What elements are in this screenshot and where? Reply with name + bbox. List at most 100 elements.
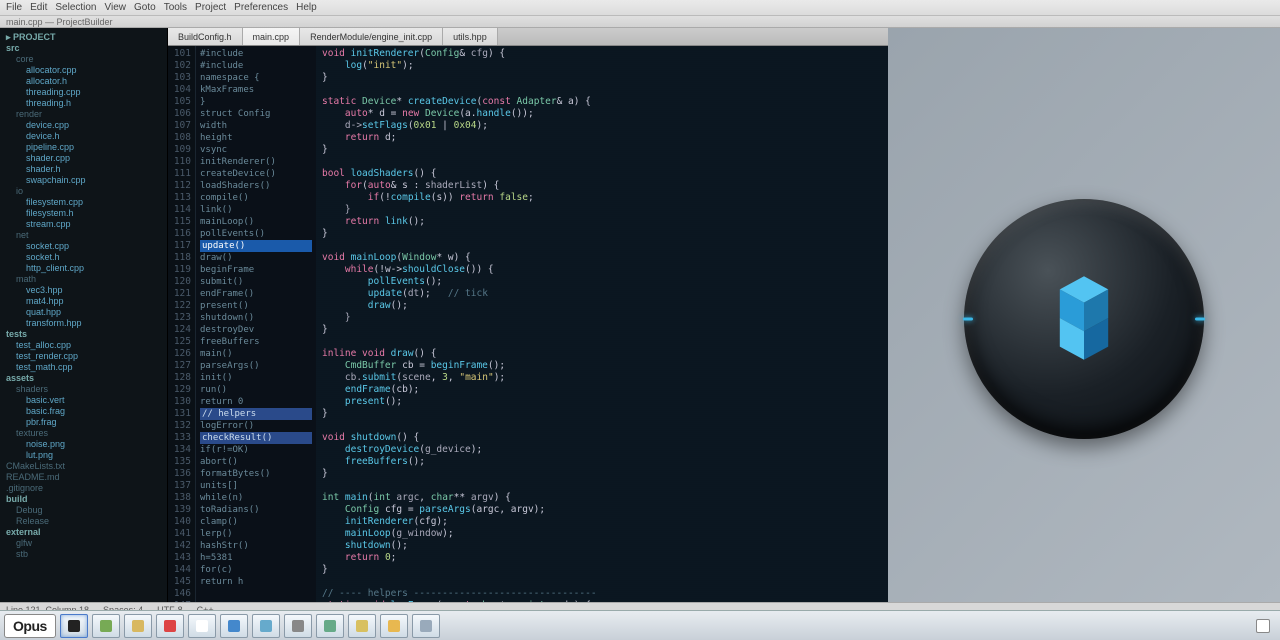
terminal-icon[interactable] — [348, 614, 376, 638]
tree-item[interactable]: Debug — [2, 505, 165, 516]
editor-tab[interactable]: RenderModule/engine_init.cpp — [300, 28, 443, 45]
outline-symbol[interactable]: endFrame() — [200, 288, 312, 300]
tree-item[interactable]: Release — [2, 516, 165, 527]
outline-symbol[interactable]: logError() — [200, 420, 312, 432]
tree-item[interactable]: mat4.hpp — [2, 296, 165, 307]
menu-help[interactable]: Help — [296, 2, 317, 13]
notes-icon[interactable] — [92, 614, 120, 638]
outline-symbol[interactable]: lerp() — [200, 528, 312, 540]
menu-goto[interactable]: Goto — [134, 2, 156, 13]
outline-symbol[interactable]: units[] — [200, 480, 312, 492]
tree-item[interactable]: stb — [2, 549, 165, 560]
code-editor[interactable]: 1011021031041051061071081091101111121131… — [168, 46, 888, 610]
outline-symbol[interactable]: #include — [200, 48, 312, 60]
outline-symbol[interactable]: vsync — [200, 144, 312, 156]
outline-symbol[interactable]: main() — [200, 348, 312, 360]
outline-symbol[interactable]: beginFrame — [200, 264, 312, 276]
tree-item[interactable]: pbr.frag — [2, 417, 165, 428]
files-icon[interactable] — [124, 614, 152, 638]
outline-symbol[interactable]: freeBuffers — [200, 336, 312, 348]
outline-symbol[interactable]: return 0 — [200, 396, 312, 408]
symbol-outline[interactable]: #include#includenamespace { kMaxFrames}s… — [196, 46, 316, 610]
menu-file[interactable]: File — [6, 2, 22, 13]
menu-edit[interactable]: Edit — [30, 2, 47, 13]
editor-icon[interactable] — [412, 614, 440, 638]
desktop-area[interactable] — [888, 28, 1280, 610]
editor-tab[interactable]: main.cpp — [243, 28, 301, 45]
editor-tab[interactable]: BuildConfig.h — [168, 28, 243, 45]
tray-icon[interactable] — [1256, 619, 1270, 633]
tree-item[interactable]: transform.hpp — [2, 318, 165, 329]
outline-symbol[interactable]: present() — [200, 300, 312, 312]
outline-symbol[interactable]: destroyDev — [200, 324, 312, 336]
tree-item[interactable]: net — [2, 230, 165, 241]
code-area[interactable]: void initRenderer(Config& cfg) { log("in… — [316, 46, 888, 610]
tree-item[interactable]: swapchain.cpp — [2, 175, 165, 186]
system-tray[interactable] — [1250, 614, 1276, 638]
outline-symbol[interactable]: h=5381 — [200, 552, 312, 564]
tree-item[interactable]: math — [2, 274, 165, 285]
folders-icon[interactable] — [380, 614, 408, 638]
tree-item[interactable]: tests — [2, 329, 165, 340]
outline-symbol[interactable]: kMaxFrames — [200, 84, 312, 96]
network-icon[interactable] — [316, 614, 344, 638]
tree-item[interactable]: test_alloc.cpp — [2, 340, 165, 351]
outline-symbol[interactable]: run() — [200, 384, 312, 396]
tree-item[interactable]: shader.cpp — [2, 153, 165, 164]
outline-symbol[interactable]: // helpers — [200, 408, 312, 420]
outline-symbol[interactable]: initRenderer() — [200, 156, 312, 168]
menu-tools[interactable]: Tools — [164, 2, 187, 13]
tree-item[interactable]: basic.vert — [2, 395, 165, 406]
messenger-icon[interactable] — [284, 614, 312, 638]
tree-item[interactable]: CMakeLists.txt — [2, 461, 165, 472]
browser-icon[interactable] — [156, 614, 184, 638]
outline-symbol[interactable]: link() — [200, 204, 312, 216]
tree-item[interactable]: noise.png — [2, 439, 165, 450]
outline-symbol[interactable]: init() — [200, 372, 312, 384]
outline-symbol[interactable]: checkResult() — [200, 432, 312, 444]
tree-item[interactable]: src — [2, 43, 165, 54]
file-tree-sidebar[interactable]: ▸ PROJECTsrccoreallocator.cppallocator.h… — [0, 28, 168, 610]
menu-selection[interactable]: Selection — [55, 2, 96, 13]
chat-icon[interactable] — [220, 614, 248, 638]
tree-item[interactable]: render — [2, 109, 165, 120]
outline-symbol[interactable]: height — [200, 132, 312, 144]
tree-item[interactable]: threading.cpp — [2, 87, 165, 98]
tree-item[interactable]: quat.hpp — [2, 307, 165, 318]
tree-item[interactable]: threading.h — [2, 98, 165, 109]
menu-preferences[interactable]: Preferences — [234, 2, 288, 13]
outline-symbol[interactable]: submit() — [200, 276, 312, 288]
tree-item[interactable]: vec3.hpp — [2, 285, 165, 296]
tree-item[interactable]: test_render.cpp — [2, 351, 165, 362]
outline-symbol[interactable]: loadShaders() — [200, 180, 312, 192]
tree-item[interactable]: test_math.cpp — [2, 362, 165, 373]
tree-item[interactable]: ▸ PROJECT — [2, 32, 165, 43]
tree-item[interactable]: http_client.cpp — [2, 263, 165, 274]
menu-view[interactable]: View — [105, 2, 127, 13]
tree-item[interactable]: lut.png — [2, 450, 165, 461]
outline-symbol[interactable]: while(n) — [200, 492, 312, 504]
tree-item[interactable]: device.cpp — [2, 120, 165, 131]
launcher-icon[interactable] — [60, 614, 88, 638]
tree-item[interactable]: shaders — [2, 384, 165, 395]
tree-item[interactable]: pipeline.cpp — [2, 142, 165, 153]
outline-symbol[interactable]: abort() — [200, 456, 312, 468]
tree-item[interactable]: allocator.cpp — [2, 65, 165, 76]
tree-item[interactable]: external — [2, 527, 165, 538]
outline-symbol[interactable]: toRadians() — [200, 504, 312, 516]
editor-tab[interactable]: utils.hpp — [443, 28, 498, 45]
outline-symbol[interactable]: hashStr() — [200, 540, 312, 552]
tree-item[interactable]: io — [2, 186, 165, 197]
globe-icon[interactable] — [252, 614, 280, 638]
outline-symbol[interactable]: parseArgs() — [200, 360, 312, 372]
menu-project[interactable]: Project — [195, 2, 226, 13]
tree-item[interactable]: stream.cpp — [2, 219, 165, 230]
tree-item[interactable]: device.h — [2, 131, 165, 142]
outline-symbol[interactable]: update() — [200, 240, 312, 252]
outline-symbol[interactable]: #include — [200, 60, 312, 72]
outline-symbol[interactable]: if(r!=OK) — [200, 444, 312, 456]
outline-symbol[interactable]: compile() — [200, 192, 312, 204]
tree-item[interactable]: core — [2, 54, 165, 65]
outline-symbol[interactable]: for(c) — [200, 564, 312, 576]
tree-item[interactable]: README.md — [2, 472, 165, 483]
